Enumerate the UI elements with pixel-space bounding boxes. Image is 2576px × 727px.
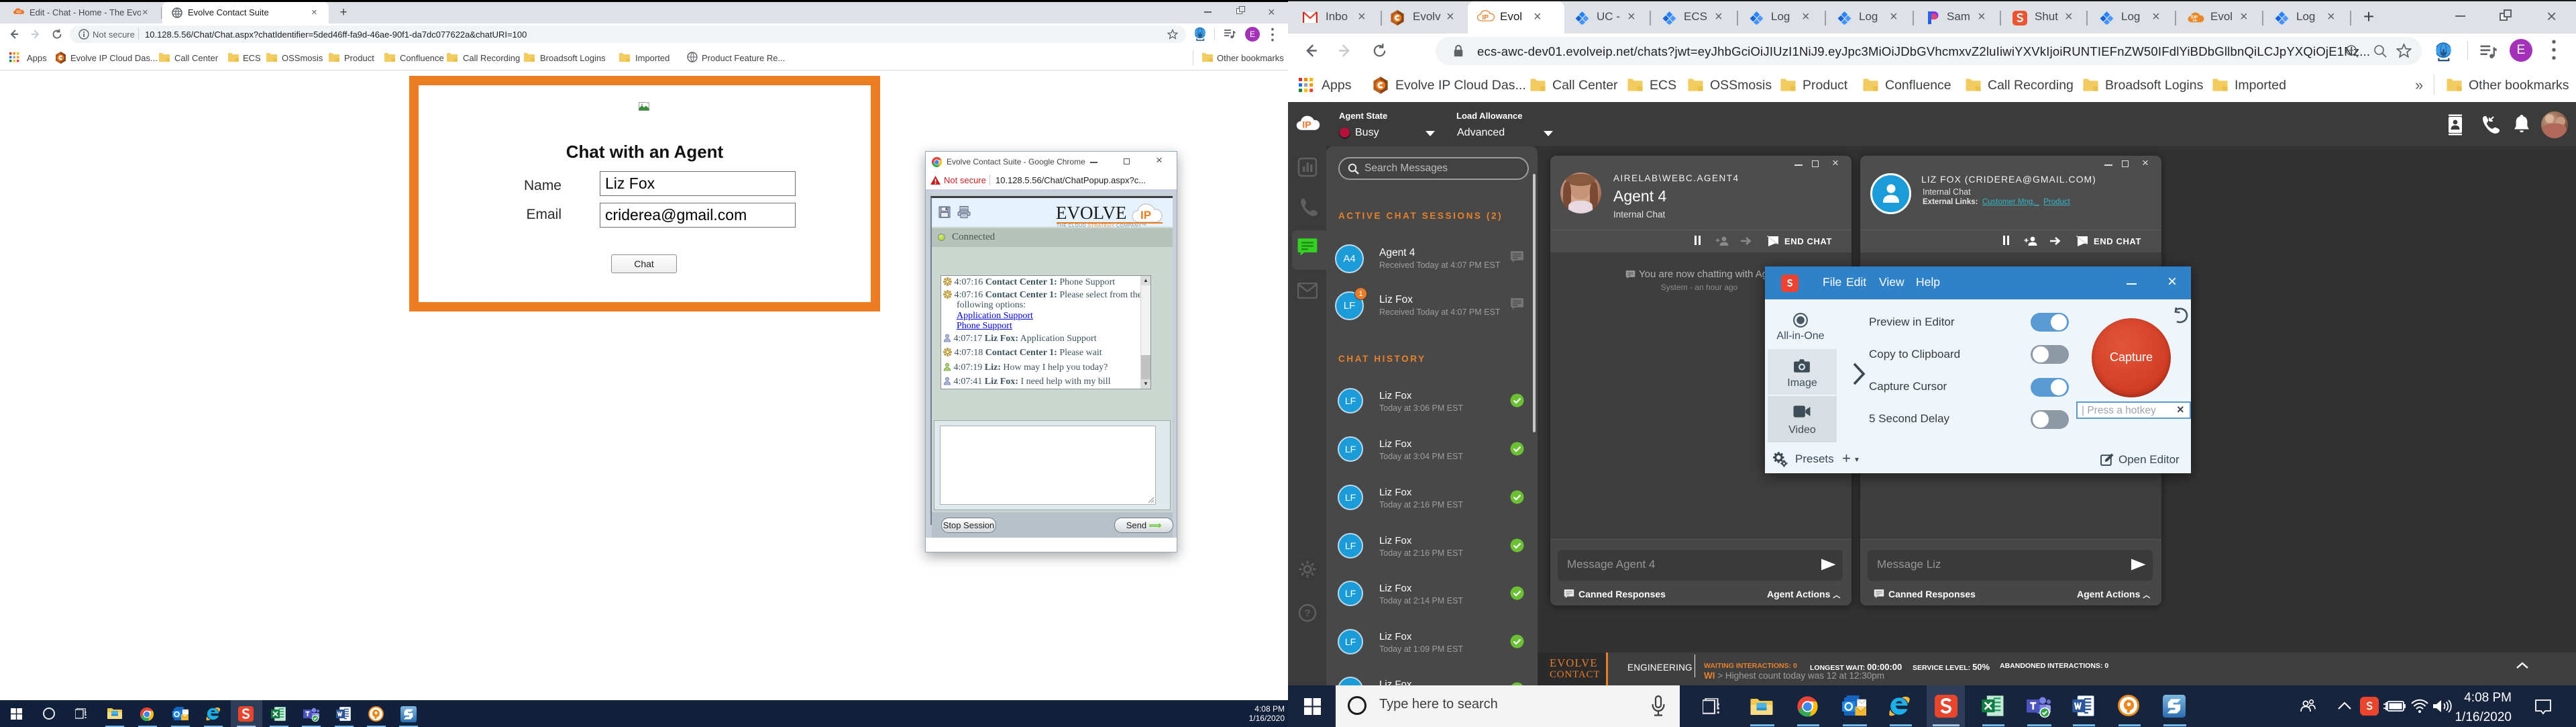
svg-text:IP: IP xyxy=(1302,119,1311,130)
svg-text:?: ? xyxy=(1304,608,1310,619)
svg-text:KB: KB xyxy=(2193,19,2197,22)
svg-text:IP: IP xyxy=(1140,209,1151,222)
svg-text:IP: IP xyxy=(1482,14,1489,21)
svg-text:CU: CU xyxy=(16,11,21,15)
